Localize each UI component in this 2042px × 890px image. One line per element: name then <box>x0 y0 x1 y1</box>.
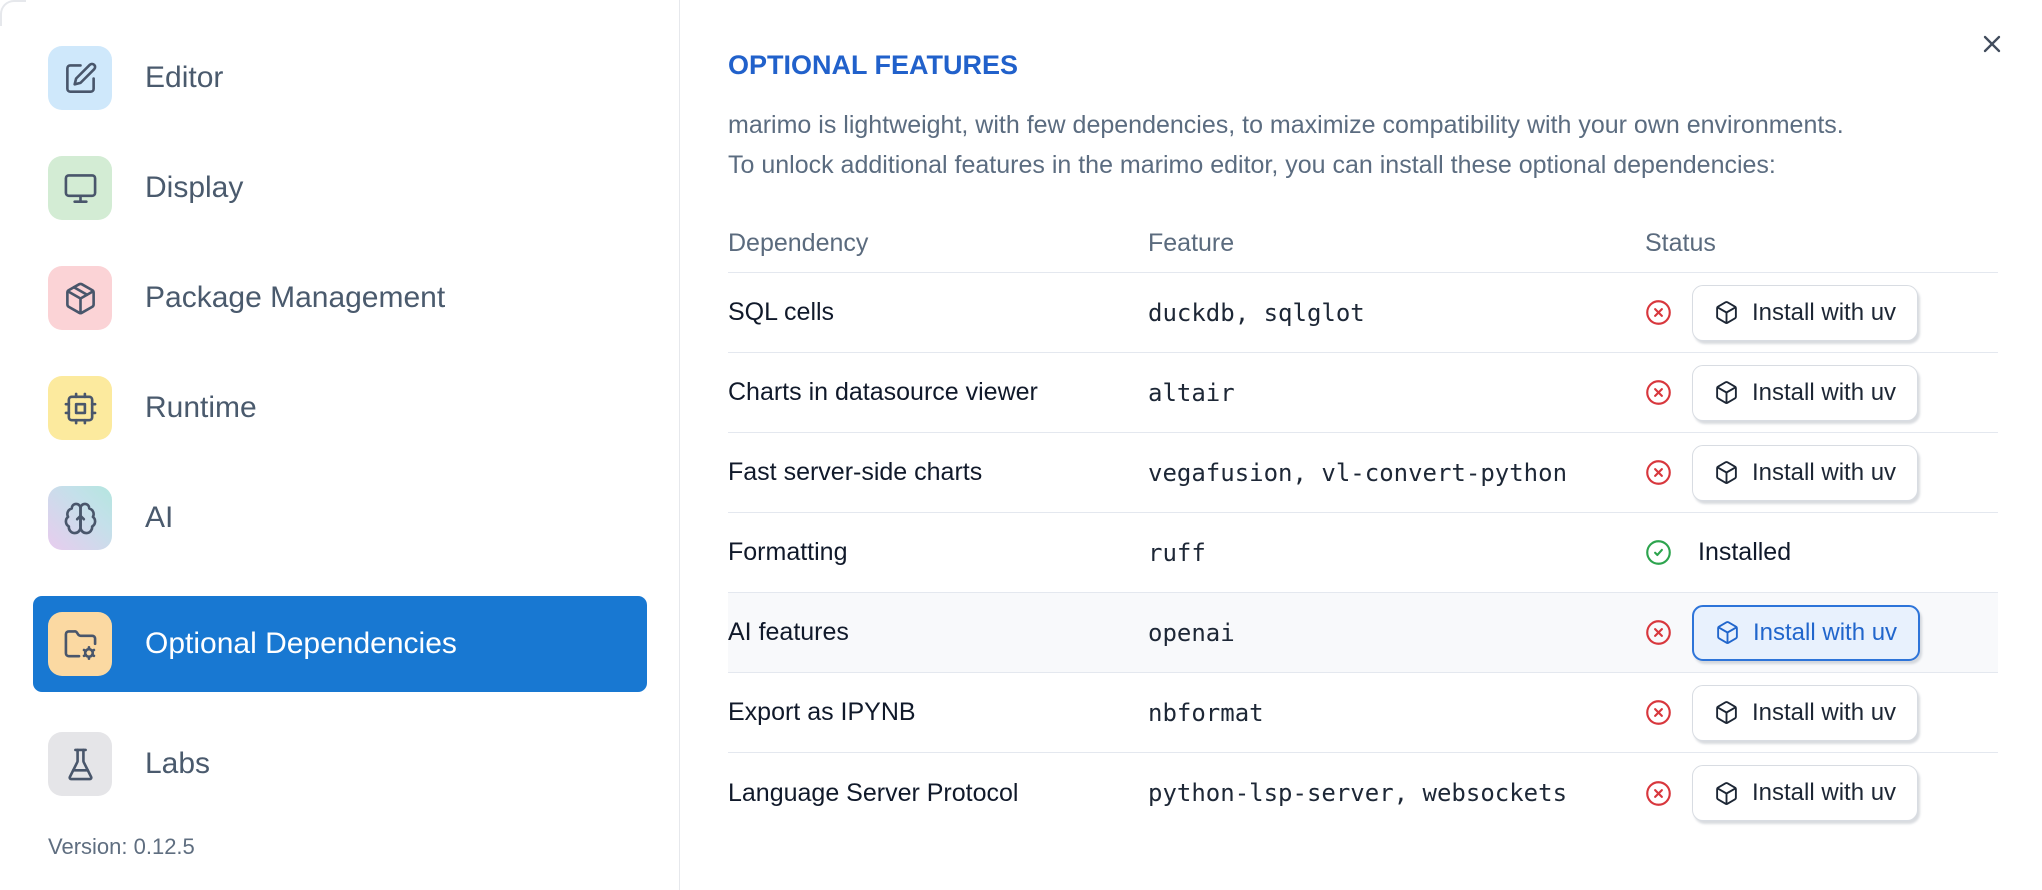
sidebar-item-labs[interactable]: Labs <box>33 732 647 796</box>
table-header: Dependency Feature Status <box>728 214 1998 273</box>
close-button[interactable] <box>1974 26 2010 62</box>
dependency-name: Formatting <box>728 538 848 566</box>
feature-packages: vegafusion, vl-convert-python <box>1148 458 1568 487</box>
box-icon <box>1716 301 1737 324</box>
folder-cog-icon <box>48 612 112 676</box>
install-with-uv-button[interactable]: Install with uv <box>1692 684 1919 741</box>
cpu-icon <box>48 376 112 440</box>
sidebar-item-display[interactable]: Display <box>33 156 647 220</box>
table-row: Charts in datasource viewer altair Insta… <box>728 353 1998 433</box>
monitor-icon <box>48 156 112 220</box>
settings-sidebar: Editor Display Package Management Runtim… <box>0 0 680 890</box>
sidebar-item-label: Package Management <box>145 281 446 314</box>
feature-packages: nbformat <box>1148 698 1264 727</box>
install-button-label: Install with uv <box>1752 698 1897 726</box>
table-row: Language Server Protocol python-lsp-serv… <box>728 753 1998 833</box>
status-error-icon <box>1646 700 1671 725</box>
flask-icon <box>48 732 112 796</box>
dependency-name: Export as IPYNB <box>728 698 916 726</box>
description-line: marimo is lightweight, with few dependen… <box>728 111 1844 139</box>
column-header-dependency: Dependency <box>728 228 869 257</box>
status-error-icon <box>1646 780 1671 806</box>
install-with-uv-button[interactable]: Install with uv <box>1692 604 1921 661</box>
box-icon <box>1716 461 1737 484</box>
install-with-uv-button[interactable]: Install with uv <box>1692 765 1919 821</box>
brain-icon <box>48 486 112 550</box>
sidebar-item-runtime[interactable]: Runtime <box>33 376 647 440</box>
table-row: Export as IPYNB nbformat Install with uv <box>728 673 1998 753</box>
feature-packages: duckdb, sqlglot <box>1148 298 1365 327</box>
status-cell: Install with uv <box>1645 284 1998 341</box>
sidebar-item-package-management[interactable]: Package Management <box>33 266 647 330</box>
dependencies-table: Dependency Feature Status SQL cells duck… <box>728 214 1998 833</box>
status-cell: Installed <box>1645 538 1998 567</box>
install-button-label: Install with uv <box>1752 458 1897 486</box>
install-button-label: Install with uv <box>1752 378 1897 406</box>
table-row: Formatting ruff Installed <box>728 513 1998 593</box>
install-button-label: Install with uv <box>1752 779 1897 806</box>
dependency-name: Fast server-side charts <box>728 458 983 486</box>
status-installed-icon <box>1646 540 1671 565</box>
sidebar-item-label: Labs <box>145 747 211 780</box>
description: marimo is lightweight, with few dependen… <box>728 105 1998 185</box>
optional-features-panel: OPTIONAL FEATURES marimo is lightweight,… <box>680 0 2042 890</box>
feature-packages: ruff <box>1148 538 1206 567</box>
table-row: SQL cells duckdb, sqlglot Install with u… <box>728 273 1998 353</box>
box-icon <box>1716 381 1737 404</box>
dependency-name: SQL cells <box>728 298 835 326</box>
package-icon <box>48 266 112 330</box>
box-icon <box>1716 781 1737 805</box>
box-icon <box>1717 621 1738 644</box>
install-with-uv-button[interactable]: Install with uv <box>1692 284 1919 341</box>
column-header-feature: Feature <box>1148 228 1235 257</box>
sidebar-item-ai[interactable]: AI <box>33 486 647 550</box>
box-icon <box>1716 701 1737 724</box>
settings-dialog: Editor Display Package Management Runtim… <box>0 0 2042 890</box>
status-error-icon <box>1646 460 1671 485</box>
dependency-name: AI features <box>728 618 849 646</box>
status-error-icon <box>1646 620 1671 645</box>
version-label: Version: 0.12.5 <box>48 834 195 859</box>
sidebar-item-label: Runtime <box>145 391 257 424</box>
feature-packages: python-lsp-server, websockets <box>1148 779 1568 807</box>
column-header-status: Status <box>1645 228 1716 257</box>
sidebar-item-optional-dependencies[interactable]: Optional Dependencies <box>33 596 647 692</box>
description-line: To unlock additional features in the mar… <box>728 151 1776 179</box>
install-button-label: Install with uv <box>1753 618 1898 646</box>
sidebar-item-editor[interactable]: Editor <box>33 46 647 110</box>
install-button-label: Install with uv <box>1752 298 1897 326</box>
status-cell: Install with uv <box>1645 364 1998 421</box>
status-cell: Install with uv <box>1645 765 1998 821</box>
installed-label: Installed <box>1698 538 1792 566</box>
x-icon <box>1983 35 2001 53</box>
feature-packages: altair <box>1148 378 1235 407</box>
square-pen-icon <box>48 46 112 110</box>
dependency-name: Charts in datasource viewer <box>728 378 1038 406</box>
status-error-icon <box>1646 300 1671 325</box>
table-row: Fast server-side charts vegafusion, vl-c… <box>728 433 1998 513</box>
status-cell: Install with uv <box>1645 684 1998 741</box>
table-row: AI features openai Install with uv <box>728 593 1998 673</box>
sidebar-item-label: Optional Dependencies <box>145 627 457 660</box>
dependency-name: Language Server Protocol <box>728 778 1019 807</box>
status-cell: Install with uv <box>1645 444 1998 501</box>
install-with-uv-button[interactable]: Install with uv <box>1692 444 1919 501</box>
sidebar-item-label: Editor <box>145 61 224 94</box>
status-error-icon <box>1646 380 1671 405</box>
install-with-uv-button[interactable]: Install with uv <box>1692 364 1919 421</box>
feature-packages: openai <box>1148 618 1235 647</box>
sidebar-item-label: Display <box>145 171 244 204</box>
sidebar-item-label: AI <box>145 501 174 534</box>
status-cell: Install with uv <box>1645 604 1998 661</box>
page-title: OPTIONAL FEATURES <box>728 50 1019 80</box>
